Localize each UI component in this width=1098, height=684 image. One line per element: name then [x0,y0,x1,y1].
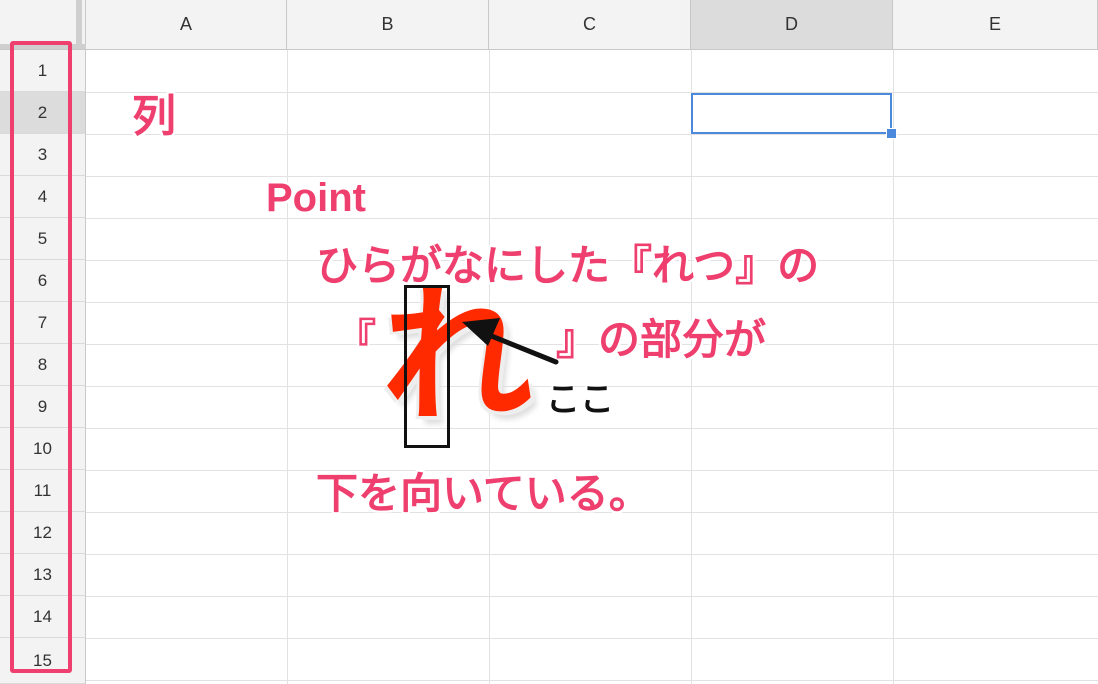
selected-cell-d2[interactable] [691,93,892,134]
annotation-pointer-label: ここ [546,380,614,420]
column-header-d[interactable]: D [691,0,893,50]
column-header-b[interactable]: B [287,0,489,50]
row-gridline [86,680,1098,681]
row-gridline [86,218,1098,219]
column-header-c[interactable]: C [489,0,691,50]
row-gridline [86,596,1098,597]
annotation-retsu: 列 [132,91,176,142]
column-header-a[interactable]: A [86,0,287,50]
stroke-highlight-box [404,285,450,448]
annotation-line2: 』の部分が [556,315,767,364]
column-gridline [287,50,288,684]
row-gridline [86,638,1098,639]
fill-handle[interactable] [886,128,897,139]
row-gridline [86,176,1098,177]
freeze-column-handle[interactable] [76,0,82,48]
row-headers-highlight-box [10,41,72,673]
row-gridline [86,554,1098,555]
row-gridline [86,428,1098,429]
column-header-e[interactable]: E [893,0,1098,50]
annotation-line3: 下を向いている。 [316,469,651,518]
row-gridline [86,302,1098,303]
column-gridline [893,50,894,684]
column-gridline [691,50,692,684]
annotation-bracket-left: 『 [336,316,376,362]
annotation-point: Point [266,176,366,220]
row-gridline [86,92,1098,93]
row-gridline [86,134,1098,135]
